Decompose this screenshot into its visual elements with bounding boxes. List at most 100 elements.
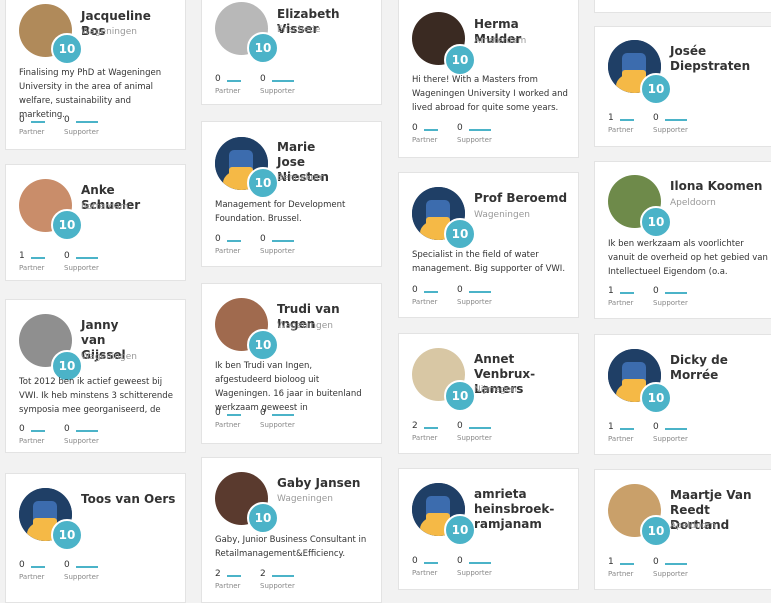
level-badge: 10 xyxy=(444,218,476,250)
supporter-label: Supporter xyxy=(64,128,99,136)
partner-label: Partner xyxy=(608,435,634,443)
level-badge: 10 xyxy=(51,209,83,241)
member-bio: Gaby, Junior Business Consultant in Reta… xyxy=(215,535,367,559)
member-name[interactable]: amrieta heinsbroek-ramjanam xyxy=(474,487,554,532)
member-name[interactable]: Prof Beroemd xyxy=(474,191,570,206)
supporter-label: Supporter xyxy=(457,434,492,442)
supporter-label: Supporter xyxy=(64,264,99,272)
supporter-label: Supporter xyxy=(653,299,688,307)
partner-count: 0 xyxy=(412,556,418,566)
supporter-label: Supporter xyxy=(653,126,688,134)
level-badge: 10 xyxy=(640,515,672,547)
supporter-label: Supporter xyxy=(457,136,492,144)
partner-count: 0 xyxy=(412,285,418,295)
profile-card[interactable]: 10 Dicky de Morrée 1 Partner 0 Supporter xyxy=(594,334,771,455)
member-name[interactable]: Dicky de Morrée xyxy=(670,353,766,383)
member-city: Wageningen xyxy=(474,210,530,220)
supporter-label: Supporter xyxy=(260,582,295,590)
member-city: Wageningen xyxy=(81,352,137,362)
partner-count: 0 xyxy=(215,74,221,84)
partner-count: 0 xyxy=(412,123,418,133)
supporter-count: 0 xyxy=(64,115,70,125)
partner-count: 2 xyxy=(412,421,418,431)
member-city: Rotterdam xyxy=(81,202,129,212)
partner-count: 0 xyxy=(19,424,25,434)
supporter-label: Supporter xyxy=(653,570,688,578)
partner-label: Partner xyxy=(412,434,438,442)
level-badge: 10 xyxy=(51,519,83,551)
member-bio: Hi there! With a Masters from Wageningen… xyxy=(412,75,568,113)
partner-label: Partner xyxy=(19,437,45,445)
profile-card[interactable]: 10 Janny van Gijssel Wageningen Tot 2012… xyxy=(5,299,186,453)
supporter-count: 0 xyxy=(64,424,70,434)
partner-label: Partner xyxy=(19,128,45,136)
profile-card[interactable]: 10 Jacqueline Bos Wageningen Finalising … xyxy=(5,0,186,150)
profile-card[interactable]: 10 amrieta heinsbroek-ramjanam 0 Partner … xyxy=(398,468,579,590)
member-name[interactable]: Ilona Koomen xyxy=(670,179,766,194)
profile-card[interactable]: 10 Maartje Van Reedt Dortland Apeldoorn … xyxy=(594,469,771,590)
member-city: Wageningen xyxy=(277,321,333,331)
partner-count: 1 xyxy=(608,557,614,567)
member-bio: Finalising my PhD at Wageningen Universi… xyxy=(19,68,162,120)
partner-label: Partner xyxy=(608,570,634,578)
profile-card[interactable]: 10 Marie Jose Niesten Bennekom Managemen… xyxy=(201,121,382,267)
profile-card[interactable]: 10 Annet Venbrux-Lamers Nijmegen 2 Partne… xyxy=(398,333,579,454)
partner-label: Partner xyxy=(608,299,634,307)
member-city: Wageningen xyxy=(277,494,333,504)
partner-count: 1 xyxy=(608,422,614,432)
level-badge: 10 xyxy=(247,167,279,199)
level-badge: 10 xyxy=(247,329,279,361)
profile-card[interactable]: 10 Trudi van Ingen Wageningen Ik ben Tru… xyxy=(201,283,382,444)
partner-label: Partner xyxy=(412,298,438,306)
supporter-count: 0 xyxy=(457,285,463,295)
member-bio: Tot 2012 ben ik actief geweest bij VWI. … xyxy=(19,377,173,415)
partner-label: Partner xyxy=(215,582,241,590)
supporter-count: 0 xyxy=(653,557,659,567)
partner-label: Partner xyxy=(608,126,634,134)
member-city: Amsterdam xyxy=(474,36,527,46)
supporter-count: 0 xyxy=(260,74,266,84)
level-badge: 10 xyxy=(640,73,672,105)
partner-label: Partner xyxy=(19,573,45,581)
supporter-count: 0 xyxy=(64,560,70,570)
profile-card[interactable]: 10 Ilona Koomen Apeldoorn Ik ben werkzaa… xyxy=(594,161,771,319)
partner-count: 0 xyxy=(19,115,25,125)
partner-count: 0 xyxy=(215,234,221,244)
profile-card[interactable]: 10 Gaby Jansen Wageningen Gaby, Junior B… xyxy=(201,457,382,603)
partner-count: 2 xyxy=(215,569,221,579)
supporter-count: 0 xyxy=(457,123,463,133)
profile-card[interactable]: 10 Prof Beroemd Wageningen Specialist in… xyxy=(398,172,579,318)
profile-card[interactable]: 10 Josée Diepstraten 1 Partner 0 Supporter xyxy=(594,26,771,147)
member-name[interactable]: Toos van Oers xyxy=(81,492,177,507)
partner-label: Partner xyxy=(19,264,45,272)
supporter-label: Supporter xyxy=(457,298,492,306)
supporter-label: Supporter xyxy=(457,569,492,577)
supporter-count: 0 xyxy=(64,251,70,261)
level-badge: 10 xyxy=(247,32,279,64)
profile-card[interactable]: 10 Elizabeth Visser Enschede 0 Partner 0S… xyxy=(201,0,382,105)
member-city: Enschede xyxy=(277,25,321,35)
supporter-count: 0 xyxy=(653,113,659,123)
level-badge: 10 xyxy=(640,206,672,238)
member-name[interactable]: Josée Diepstraten xyxy=(670,44,750,74)
supporter-count: 0 xyxy=(653,286,659,296)
partner-label: Partner xyxy=(215,87,241,95)
profile-card[interactable] xyxy=(594,0,771,13)
profile-card[interactable]: 10 Herma Mulder Amsterdam Hi there! With… xyxy=(398,0,579,158)
supporter-label: Supporter xyxy=(260,247,295,255)
profile-card[interactable]: 10 Anke Schueler Rotterdam 1 Partner 0 Sup… xyxy=(5,164,186,281)
supporter-label: Supporter xyxy=(653,435,688,443)
profile-card[interactable]: 10 Toos van Oers 0 Partner 0 Supporter xyxy=(5,473,186,603)
member-bio: Management for Development Foundation. B… xyxy=(215,200,346,224)
member-name[interactable]: Gaby Jansen xyxy=(277,476,373,491)
partner-label: Partner xyxy=(412,569,438,577)
member-city: Apeldoorn xyxy=(670,521,716,531)
partner-count: 1 xyxy=(608,286,614,296)
supporter-label: Supporter xyxy=(260,87,295,95)
supporter-count: 0 xyxy=(457,421,463,431)
supporter-label: Supporter xyxy=(64,573,99,581)
member-bio: Specialist in the field of water managem… xyxy=(412,250,566,274)
supporter-count: 0 xyxy=(457,556,463,566)
supporter-count: 0 xyxy=(260,234,266,244)
member-city: Wageningen xyxy=(81,27,137,37)
